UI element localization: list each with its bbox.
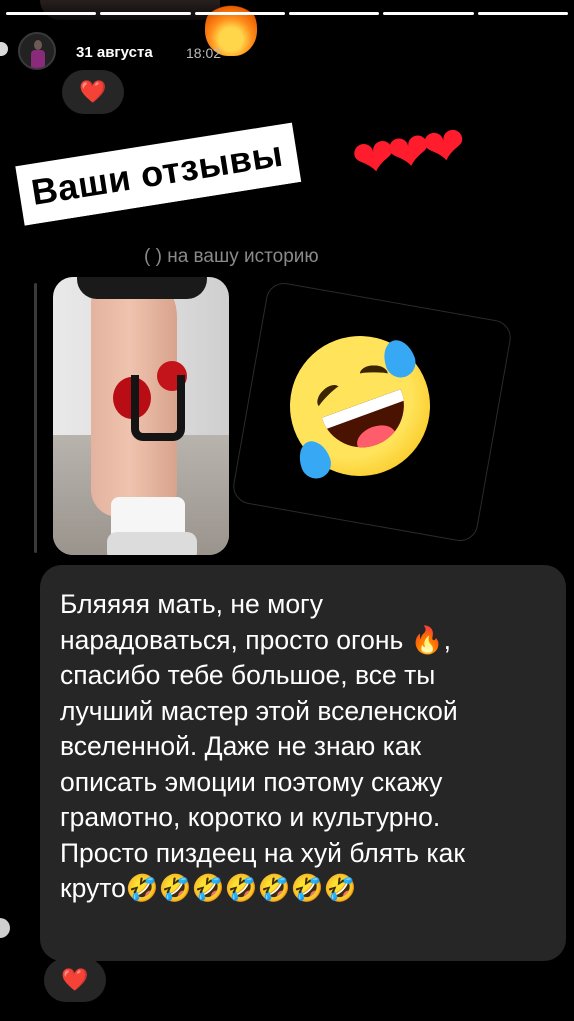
story-progress-segment — [6, 12, 97, 15]
story-progress-bar — [0, 12, 574, 15]
sender-avatar-edge — [0, 918, 10, 938]
tattoo-image — [113, 357, 193, 447]
story-background-image — [40, 0, 220, 20]
hearts-sticker: ❤❤❤ — [348, 117, 463, 191]
edge-indicator — [0, 42, 8, 56]
thumb-shoe — [107, 532, 197, 555]
story-thumbnail[interactable] — [53, 277, 229, 555]
reaction-pill[interactable]: ❤️ — [62, 70, 124, 114]
tattoo-symbol — [131, 375, 185, 441]
avatar[interactable] — [18, 32, 56, 70]
story-progress-segment — [100, 12, 191, 15]
reply-context-label: ( ) на вашу историю — [144, 246, 319, 267]
story-progress-segment — [194, 12, 285, 15]
story-progress-segment — [288, 12, 380, 15]
reply-indicator-bar — [34, 283, 37, 553]
story-date: 31 августа — [76, 44, 153, 61]
heart-icon: ❤️ — [79, 79, 107, 104]
reaction-pill[interactable]: ❤️ — [44, 958, 106, 1002]
story-progress-segment — [383, 12, 474, 15]
title-sticker: Ваши отзывы — [15, 122, 302, 226]
story-progress-segment — [477, 12, 568, 15]
heart-icon: ❤️ — [61, 967, 89, 992]
story-header: 31 августа 18:02 — [0, 30, 574, 70]
emoji-eye — [359, 365, 388, 383]
thumb-shorts — [77, 277, 207, 299]
emoji-eye — [312, 380, 345, 413]
message-text: Бляяяя мать, не могу нарадоваться, прост… — [60, 589, 465, 903]
story-time: 18:02 — [186, 45, 222, 61]
